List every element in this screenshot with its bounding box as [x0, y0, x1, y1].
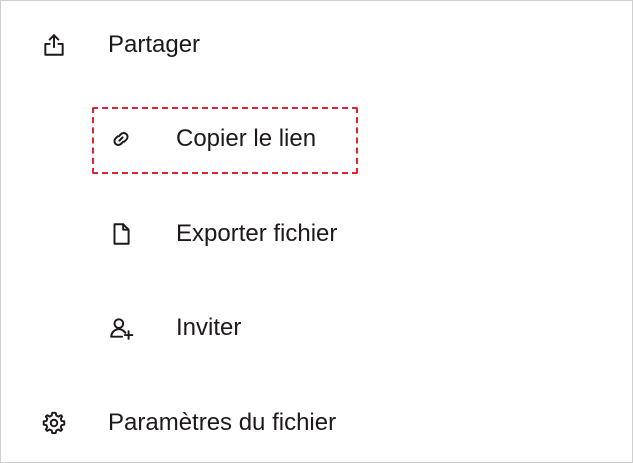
gear-icon: [41, 410, 67, 436]
link-icon: [108, 126, 134, 152]
menu-item-share-label: Partager: [108, 31, 201, 58]
menu-item-invite-label: Inviter: [176, 314, 242, 341]
menu-item-file-settings[interactable]: Paramètres du fichier: [1, 403, 401, 443]
add-person-icon: [108, 315, 134, 341]
file-icon: [108, 221, 134, 247]
menu-item-share[interactable]: Partager: [1, 25, 401, 65]
menu-item-invite[interactable]: Inviter: [1, 308, 401, 348]
menu-item-file-settings-label: Paramètres du fichier: [108, 409, 337, 436]
share-menu-panel: Partager Copier le lien Exporter fichier: [0, 0, 633, 463]
share-upload-icon: [41, 32, 67, 58]
menu-item-copy-link[interactable]: Copier le lien: [1, 119, 401, 159]
menu-item-export-file[interactable]: Exporter fichier: [1, 214, 401, 254]
menu-item-copy-link-label: Copier le lien: [176, 125, 317, 152]
menu-item-export-file-label: Exporter fichier: [176, 220, 338, 247]
